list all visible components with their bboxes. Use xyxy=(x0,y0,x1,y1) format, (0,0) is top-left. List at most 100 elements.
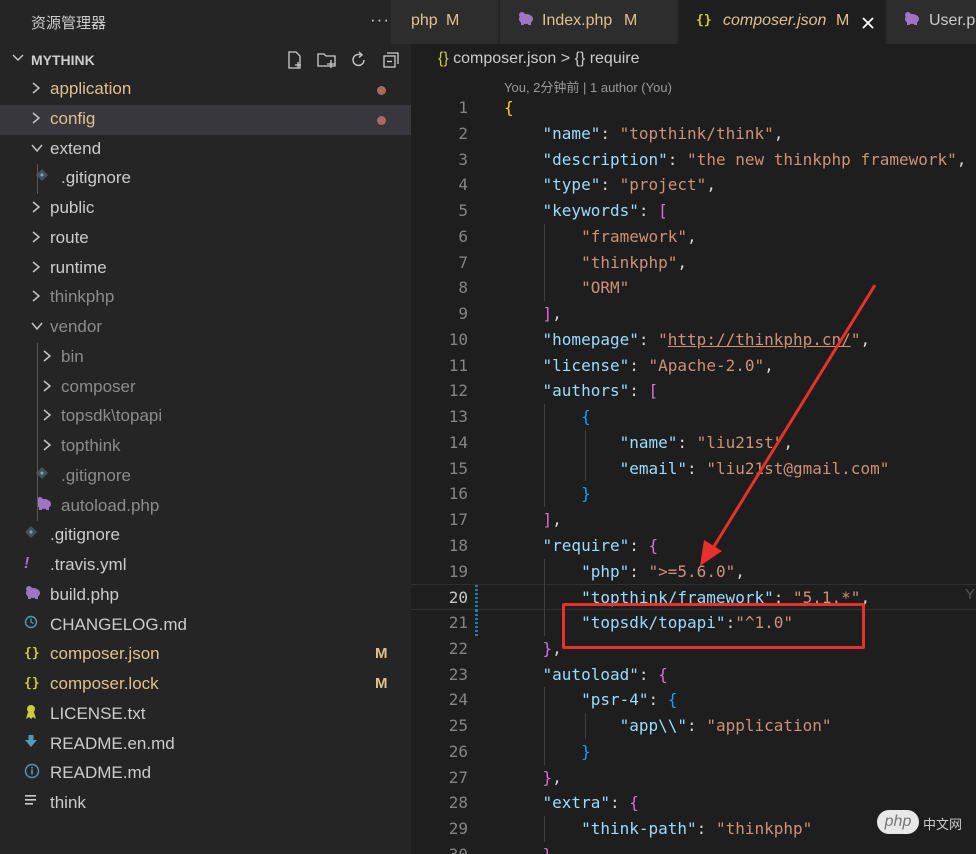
braces-icon: {} xyxy=(574,50,586,67)
line-number: 14 xyxy=(448,432,468,452)
tree-item[interactable]: bin xyxy=(0,343,411,373)
code-line[interactable]: 11 "license": "Apache-2.0", xyxy=(411,353,976,379)
modified-dot xyxy=(377,86,386,95)
braces-icon: {} xyxy=(696,13,712,28)
tree-item[interactable]: .gitignore xyxy=(0,462,411,492)
close-icon[interactable] xyxy=(860,9,876,37)
lines-icon xyxy=(24,793,38,811)
code-line[interactable]: 5 "keywords": [ xyxy=(411,198,976,224)
breadcrumb[interactable]: {} composer.json > {} require xyxy=(438,50,640,68)
code-line[interactable]: 14 "name": "liu21st", xyxy=(411,430,976,456)
code-line[interactable]: 25 "app\\": "application" xyxy=(411,713,976,739)
tree-item[interactable]: config xyxy=(0,104,411,135)
code-line[interactable]: 27 }, xyxy=(411,765,976,791)
tree-item[interactable]: {} composer.json M xyxy=(0,640,411,670)
new-file-icon[interactable] xyxy=(284,49,306,71)
code-line[interactable]: 6 "framework", xyxy=(411,224,976,250)
more-actions-icon[interactable]: ··· xyxy=(370,10,390,30)
tree-item[interactable]: build.php xyxy=(0,581,411,611)
tree-item[interactable]: .gitignore xyxy=(0,164,411,194)
code-line[interactable]: 13 { xyxy=(411,404,976,430)
braces-icon: {} xyxy=(438,50,449,67)
codelens-blame[interactable]: You, 2分钟前 | 1 author (You) xyxy=(504,77,672,96)
code-line[interactable]: 19 "php": ">=5.6.0", xyxy=(411,559,976,585)
tree-item[interactable]: runtime xyxy=(0,254,411,284)
code-text: "homepage": "http://thinkphp.cn/", xyxy=(542,329,871,349)
braces-icon: {} xyxy=(24,676,40,691)
workspace-section-header[interactable]: MYTHINK xyxy=(0,45,411,75)
tree-item[interactable]: extend xyxy=(0,135,411,165)
tree-item[interactable]: public xyxy=(0,194,411,224)
php-icon xyxy=(517,11,535,29)
editor-tab[interactable]: Index.php M xyxy=(500,0,678,44)
code-line[interactable]: 3 "description": "the new thinkphp frame… xyxy=(411,147,976,173)
tab-modified-badge: M xyxy=(836,12,850,29)
highlight-box xyxy=(562,603,865,649)
code-text: "name": "topthink/think", xyxy=(542,123,784,143)
tree-item[interactable]: ! .travis.yml xyxy=(0,551,411,581)
tree-item[interactable]: README.en.md xyxy=(0,730,411,760)
tree-item-label: LICENSE.txt xyxy=(50,703,146,723)
code-text: "psr-4": { xyxy=(581,690,678,710)
code-line[interactable]: 2 "name": "topthink/think", xyxy=(411,121,976,147)
tree-item[interactable]: topsdk\topapi xyxy=(0,402,411,432)
code-text: } xyxy=(581,741,591,761)
tree-indent-guide xyxy=(37,164,38,194)
tree-item[interactable]: LICENSE.txt xyxy=(0,700,411,730)
tree-item[interactable]: think xyxy=(0,789,411,819)
new-folder-icon[interactable] xyxy=(316,49,338,71)
code-line[interactable]: 8 "ORM" xyxy=(411,275,976,301)
code-line[interactable]: 26 } xyxy=(411,739,976,765)
tree-item[interactable]: {} composer.lock M xyxy=(0,670,411,700)
code-line[interactable]: 7 "thinkphp", xyxy=(411,250,976,276)
line-number: 11 xyxy=(448,355,468,375)
tree-item[interactable]: route xyxy=(0,224,411,254)
tree-item[interactable]: topthink xyxy=(0,432,411,462)
collapse-all-icon[interactable] xyxy=(380,49,402,71)
editor-tab[interactable]: {} composer.json M xyxy=(679,0,886,44)
tree-item-label: topthink xyxy=(61,436,121,455)
tree-item[interactable]: application xyxy=(0,75,411,105)
code-line[interactable]: 10 "homepage": "http://thinkphp.cn/", xyxy=(411,327,976,353)
code-indent-guide xyxy=(585,429,586,482)
breadcrumb-separator: > xyxy=(560,50,571,67)
code-line[interactable]: 4 "type": "project", xyxy=(411,172,976,198)
code-text: { xyxy=(581,407,591,426)
tree-item[interactable]: autoload.php xyxy=(0,492,411,522)
line-number: 28 xyxy=(448,793,468,813)
line-number: 13 xyxy=(448,407,468,426)
code-line[interactable]: 24 "psr-4": { xyxy=(411,687,976,713)
tree-item[interactable]: thinkphp xyxy=(0,283,411,313)
breadcrumb-symbol[interactable]: require xyxy=(590,50,640,67)
code-line[interactable]: 12 "authors": [ xyxy=(411,378,976,404)
tree-item[interactable]: composer xyxy=(0,373,411,403)
tab-label: User.p xyxy=(929,12,976,29)
code-line[interactable]: 15 "email": "liu21st@gmail.com" xyxy=(411,456,976,482)
code-text: "require": { xyxy=(542,535,659,555)
modified-dot xyxy=(377,115,386,125)
code-line[interactable]: 16 } xyxy=(411,481,976,507)
explorer-header: 资源管理器 ··· xyxy=(0,0,411,44)
chevron-right-icon xyxy=(29,288,43,309)
tree-item[interactable]: CHANGELOG.md xyxy=(0,611,411,641)
code-line[interactable]: 30 } xyxy=(411,842,976,854)
code-line[interactable]: 23 "autoload": { xyxy=(411,662,976,688)
chevron-right-icon xyxy=(29,110,43,131)
code-indent-guide xyxy=(544,816,545,842)
tree-item[interactable]: .gitignore xyxy=(0,521,411,551)
code-line[interactable]: 1{ xyxy=(411,95,976,121)
code-line[interactable]: 18 "require": { xyxy=(411,533,976,559)
breadcrumb-file[interactable]: composer.json xyxy=(453,50,556,67)
tree-item[interactable]: vendor xyxy=(0,313,411,343)
tree-item[interactable]: README.md xyxy=(0,759,411,789)
code-line[interactable]: 9 ], xyxy=(411,301,976,327)
tree-item-label: .travis.yml xyxy=(50,555,127,574)
line-number: 3 xyxy=(458,149,468,169)
editor-tab[interactable]: User.p xyxy=(887,0,976,44)
line-number: 27 xyxy=(448,767,468,787)
line-number: 22 xyxy=(448,638,468,658)
refresh-icon[interactable] xyxy=(348,49,370,71)
gutter-modified-marker xyxy=(475,610,478,636)
editor-tab[interactable]: php M xyxy=(391,0,499,44)
code-line[interactable]: 17 ], xyxy=(411,507,976,533)
